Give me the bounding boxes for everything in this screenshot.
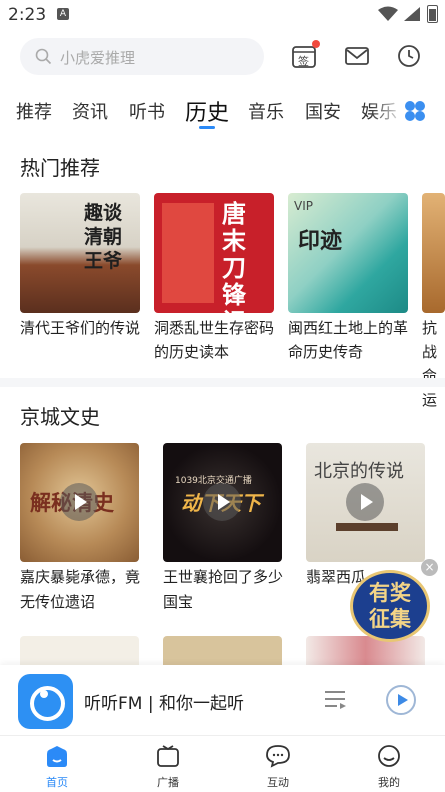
card-label: 嘉庆暴毙承德，竟无传位遗诏 — [20, 568, 141, 611]
nav-label: 我的 — [378, 776, 400, 789]
cover-title: 趣谈清朝王爷 — [84, 202, 123, 272]
search-icon — [35, 48, 52, 65]
play-icon[interactable] — [60, 483, 98, 521]
play-icon[interactable] — [346, 483, 384, 521]
cover-title: 印迹 — [298, 229, 343, 254]
play-icon[interactable] — [203, 483, 241, 521]
sign-in-label: 签 — [298, 55, 309, 68]
promo-line-2: 征集 — [369, 607, 411, 631]
nav-label: 首页 — [46, 776, 68, 789]
nav-label: 广播 — [157, 776, 179, 789]
peek-cover-3[interactable] — [306, 636, 425, 666]
active-tab-indicator — [199, 126, 215, 129]
cover-title: 唐末刀锋记 — [222, 200, 246, 314]
cover-band — [162, 203, 214, 303]
album-cover — [422, 193, 445, 313]
album-cover: 1039北京交通广播 动下天下 — [163, 443, 282, 562]
playlist-icon[interactable] — [323, 689, 349, 711]
promo-line-1: 有奖 — [369, 581, 411, 605]
tab-history[interactable]: 历史 — [185, 95, 229, 127]
jingcheng-card-3[interactable]: 北京的传说 翡翠西瓜 — [306, 443, 428, 590]
promo-close-icon[interactable]: × — [421, 559, 438, 576]
promo-badge[interactable]: 有奖 征集 — [350, 570, 430, 642]
search-placeholder: 小虎爱推理 — [60, 49, 136, 67]
notification-a-icon: A — [57, 8, 69, 20]
jingcheng-card-2[interactable]: 1039北京交通广播 动下天下 王世襄抢回了多少国宝 — [163, 443, 285, 615]
section-title-hot: 热门推荐 — [20, 156, 100, 180]
hot-card-2[interactable]: 唐末刀锋记 洞悉乱世生存密码的历史读本 — [154, 193, 276, 364]
bottom-nav: 首页 广播 互动 我的 — [0, 735, 445, 792]
signal-icon — [404, 7, 420, 21]
home-icon — [47, 746, 67, 767]
smile-icon — [378, 745, 400, 767]
jingcheng-card-1[interactable]: 解秘清史 嘉庆暴毙承德，竟无传位遗诏 — [20, 443, 142, 615]
mini-player[interactable]: 听听FM | 和你一起听 — [0, 665, 445, 735]
nav-interact[interactable]: 互动 — [248, 744, 308, 790]
hot-card-1[interactable]: 趣谈清朝王爷 清代王爷们的传说 — [20, 193, 142, 340]
nav-profile[interactable]: 我的 — [359, 744, 419, 790]
hot-card-3[interactable]: VIP 印迹 闽西红土地上的革命历史传奇 — [288, 193, 410, 364]
card-label: 闽西红土地上的革命历史传奇 — [288, 319, 409, 361]
album-cover: 趣谈清朝王爷 — [20, 193, 140, 313]
status-time: 2:23 — [8, 5, 47, 25]
clock-icon — [398, 45, 420, 67]
album-cover: VIP 印迹 — [288, 193, 408, 313]
battery-icon — [427, 5, 438, 23]
card-label: 清代王爷们的传说 — [20, 319, 141, 337]
section-title-jingcheng: 京城文史 — [20, 405, 100, 429]
tab-security[interactable]: 国安 — [305, 98, 341, 124]
section-divider — [0, 378, 445, 387]
cover-title: 北京的传说 — [314, 461, 404, 482]
card-label: 王世襄抢回了多少国宝 — [163, 568, 284, 611]
app-logo-icon — [18, 674, 73, 729]
sign-in-button[interactable]: 签 — [290, 40, 320, 70]
wifi-icon — [378, 6, 398, 21]
nav-radio[interactable]: 广播 — [138, 744, 198, 790]
category-tabs: 推荐 资讯 听书 历史 音乐 国安 娱乐 — [0, 95, 445, 129]
peek-cover-2[interactable] — [163, 636, 282, 666]
album-cover: 解秘清史 — [20, 443, 139, 562]
status-bar: 2:23 A — [0, 0, 445, 32]
player-title: 听听FM | 和你一起听 — [84, 694, 244, 714]
tab-audiobook[interactable]: 听书 — [129, 98, 165, 124]
cover-table — [336, 523, 398, 531]
tab-fade — [370, 95, 405, 127]
vip-badge: VIP — [294, 199, 313, 213]
more-categories-icon[interactable] — [404, 100, 426, 122]
history-button[interactable] — [395, 42, 423, 70]
card-label: 洞悉乱世生存密码的历史读本 — [154, 319, 275, 361]
messages-button[interactable] — [343, 42, 371, 70]
album-cover: 唐末刀锋记 — [154, 193, 274, 313]
tab-music[interactable]: 音乐 — [248, 98, 284, 124]
tab-recommend[interactable]: 推荐 — [16, 98, 52, 124]
peek-cover-1[interactable] — [20, 636, 139, 666]
album-cover: 北京的传说 — [306, 443, 425, 562]
mail-icon — [345, 47, 369, 65]
nav-label: 互动 — [267, 776, 289, 789]
card-label: 抗战命运 — [422, 319, 438, 409]
tab-news[interactable]: 资讯 — [72, 98, 108, 124]
nav-home[interactable]: 首页 — [27, 744, 87, 790]
radio-icon — [157, 745, 179, 767]
notification-dot — [312, 40, 320, 48]
play-button[interactable] — [386, 685, 416, 715]
chat-icon — [266, 745, 290, 768]
search-bar[interactable]: 小虎爱推理 — [20, 38, 264, 75]
